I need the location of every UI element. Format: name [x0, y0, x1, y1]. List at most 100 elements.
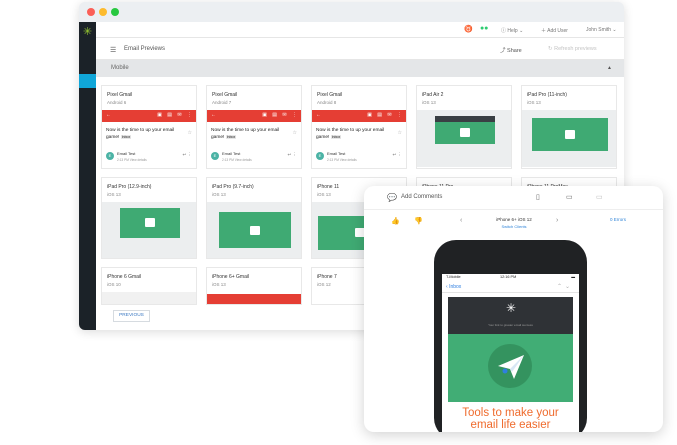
switch-clients-link[interactable]: Switch Clients [484, 224, 544, 229]
preview-detail-panel: 💬 Add Comments ▯ ▭ ▭ 👍 👎 ‹ iPhone 6+ iOS… [364, 186, 663, 432]
avatar: E [211, 152, 219, 160]
paper-plane-icon [250, 226, 260, 235]
window-titlebar [79, 2, 624, 22]
card-device-name: Pixel Gmail [107, 92, 133, 98]
view-mobile-icon[interactable]: ▯ [536, 193, 540, 201]
help-label: Help [507, 28, 518, 34]
view-desktop-icon[interactable]: ▭ [596, 193, 603, 201]
share-label: Share [507, 48, 522, 54]
card-device-name: iPad Pro (9.7-inch) [212, 184, 254, 190]
email-from: Email Test [222, 151, 241, 156]
card-device-name: iPhone 6 Gmail [107, 274, 142, 280]
email-meta: 2:13 PM View details [327, 158, 357, 162]
email-from: Email Test [117, 151, 136, 156]
page-title: Email Previews [124, 46, 166, 52]
preview-card[interactable]: iPad Pro (11-inch) iOS 13 [521, 85, 617, 169]
refresh-previews-button[interactable]: ↻ Refresh previews [548, 46, 597, 52]
section-header-mobile[interactable]: Mobile ▲ [96, 60, 624, 77]
card-os: Android 7 [212, 100, 232, 105]
star-icon: ☆ [292, 130, 297, 136]
paper-plane-icon [498, 355, 524, 379]
preview-card[interactable]: iPad Pro (9.7-inch) iOS 13 [206, 177, 302, 259]
logo-icon[interactable]: ✳ [81, 26, 94, 39]
card-os: Android 6 [107, 100, 127, 105]
notifications-icon[interactable]: ♉ [464, 25, 473, 33]
sidebar: ✳ [79, 22, 100, 330]
gmail-toolbar: ← ▣ ▤ ✉ ⋮ [312, 110, 406, 122]
back-arrow-icon: ← [316, 112, 321, 118]
view-tablet-icon[interactable]: ▭ [566, 193, 573, 201]
battery-icon: ▬ [571, 275, 575, 279]
divider [364, 209, 663, 210]
help-menu[interactable]: ⓘ Help ⌄ [501, 27, 523, 34]
card-device-name: Pixel Gmail [212, 92, 238, 98]
preview-card[interactable]: Pixel Gmail Android 8 ← ▣ ▤ ✉ ⋮ Now is th… [311, 85, 407, 169]
gmail-toolbar: ← ▣ ▤ ✉ ⋮ [102, 110, 196, 122]
previous-device-arrow-icon[interactable]: ‹ [460, 217, 462, 224]
comment-icon[interactable]: 💬 [387, 193, 397, 202]
close-window-button[interactable] [87, 8, 95, 16]
maximize-window-button[interactable] [111, 8, 119, 16]
reply-icon: ↩ ⋮ [287, 152, 297, 157]
thumbs-down-icon[interactable]: 👎 [414, 217, 423, 225]
phone-screen: T-Mobile 12:16 PM ▬ ‹ Inbox ⌃⌄ ✳ Your li… [442, 274, 579, 432]
email-thumbnail [207, 202, 301, 258]
gmail-toolbar [207, 294, 301, 304]
section-label: Mobile [111, 65, 129, 71]
inbox-back-link[interactable]: ‹ Inbox [446, 284, 461, 290]
brand-logo-icon: ✳ [506, 301, 517, 315]
toolbar-actions-icon: ▣ ▤ ✉ ⋮ [157, 112, 194, 118]
preview-card[interactable]: Pixel Gmail Android 7 ← ▣ ▤ ✉ ⋮ Now is th… [206, 85, 302, 169]
card-device-name: iPad Air 2 [422, 92, 444, 98]
email-meta: 2:13 PM View details [222, 158, 252, 162]
preview-card[interactable]: iPhone 6+ Gmail iOS 13 [206, 267, 302, 305]
avatar: E [106, 152, 114, 160]
email-header-text: Your link to greater email success [488, 323, 533, 327]
card-os: iOS 13 [317, 192, 331, 197]
current-device-label: iPhone 6+ iOS 12 [496, 217, 532, 222]
user-menu[interactable]: John Smith ⌄ [586, 27, 617, 33]
preview-card[interactable]: Pixel Gmail Android 6 ← ▣ ▤ ✉ ⋮ Now is th… [101, 85, 197, 169]
share-button[interactable]: ⤴ Share [500, 46, 522, 54]
email-hero [448, 334, 573, 402]
card-device-name: iPhone 6+ Gmail [212, 274, 250, 280]
errors-link[interactable]: 0 Errors [610, 217, 626, 222]
collapse-caret-icon[interactable]: ▲ [607, 65, 612, 71]
card-os: iOS 13 [527, 100, 541, 105]
sidebar-item-active[interactable] [79, 74, 100, 88]
card-os: iOS 13 [107, 192, 121, 197]
add-comments-button[interactable]: Add Comments [401, 194, 442, 200]
paper-plane-icon [565, 130, 575, 139]
card-device-name: iPhone 7 [317, 274, 337, 280]
add-user-label: Add User [547, 28, 568, 34]
card-os: iOS 13 [422, 100, 436, 105]
thumbs-up-icon[interactable]: 👍 [391, 217, 400, 225]
email-meta: 2:13 PM View details [117, 158, 147, 162]
preview-card[interactable]: iPad Pro (12.9-inch) iOS 13 [101, 177, 197, 259]
minimize-window-button[interactable] [99, 8, 107, 16]
preview-card[interactable]: iPhone 6 Gmail iOS 10 [101, 267, 197, 305]
status-dots-icon[interactable]: ● ● [480, 25, 488, 32]
back-arrow-icon: ← [106, 112, 111, 118]
reply-icon: ↩ ⋮ [392, 152, 402, 157]
card-device-name: iPhone 11 [317, 184, 340, 190]
preview-card[interactable]: iPad Air 2 iOS 13 [416, 85, 512, 169]
email-headline: Tools to make your email life easier [462, 407, 559, 431]
carrier-label: T-Mobile [446, 275, 461, 279]
time-label: 12:16 PM [500, 275, 517, 279]
menu-icon[interactable]: ☰ [110, 46, 116, 54]
refresh-label: Refresh previews [554, 46, 597, 52]
toolbar-actions-icon: ▣ ▤ ✉ ⋮ [367, 112, 404, 118]
card-os: iOS 13 [212, 282, 226, 287]
previous-button[interactable]: PREVIOUS [113, 310, 150, 322]
email-thumbnail [417, 110, 511, 167]
up-down-arrows-icon[interactable]: ⌃⌄ [557, 283, 573, 290]
next-device-arrow-icon[interactable]: › [556, 217, 558, 224]
email-thumbnail [102, 292, 196, 304]
email-thumbnail [102, 202, 196, 258]
add-user-button[interactable]: ＋ Add User [541, 27, 568, 34]
email-thumbnail [522, 110, 616, 167]
card-os: iOS 13 [212, 192, 226, 197]
paper-plane-icon [460, 128, 470, 137]
gmail-toolbar: ← ▣ ▤ ✉ ⋮ [207, 110, 301, 122]
